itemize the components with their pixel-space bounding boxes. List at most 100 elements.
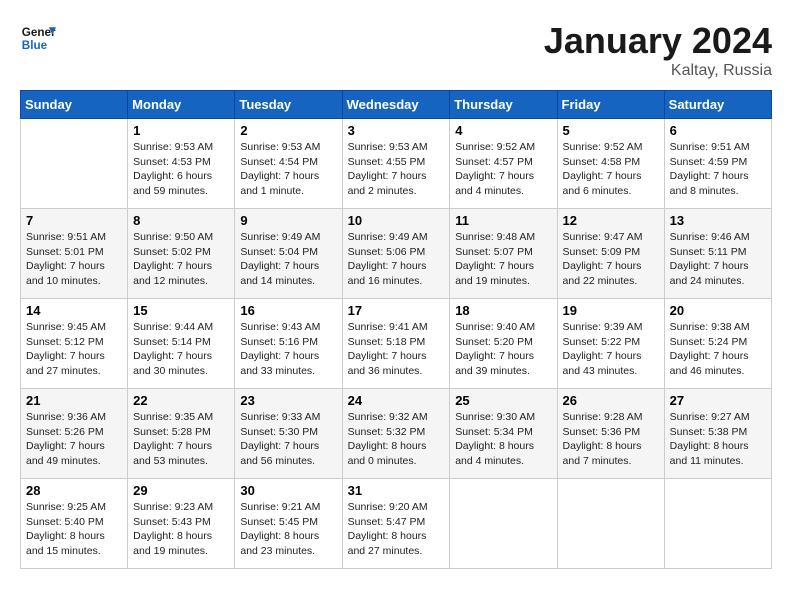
weekday-header: Tuesday xyxy=(235,91,342,119)
calendar-week-row: 1 Sunrise: 9:53 AM Sunset: 4:53 PM Daylig… xyxy=(21,119,772,209)
calendar-week-row: 14 Sunrise: 9:45 AM Sunset: 5:12 PM Dayli… xyxy=(21,299,772,389)
day-number: 13 xyxy=(670,213,766,228)
calendar-cell: 1 Sunrise: 9:53 AM Sunset: 4:53 PM Daylig… xyxy=(128,119,235,209)
day-info: Sunrise: 9:36 AM Sunset: 5:26 PM Dayligh… xyxy=(26,410,122,469)
calendar-cell xyxy=(664,479,771,569)
calendar-cell: 8 Sunrise: 9:50 AM Sunset: 5:02 PM Daylig… xyxy=(128,209,235,299)
calendar-cell: 22 Sunrise: 9:35 AM Sunset: 5:28 PM Dayli… xyxy=(128,389,235,479)
day-number: 20 xyxy=(670,303,766,318)
day-info: Sunrise: 9:21 AM Sunset: 5:45 PM Dayligh… xyxy=(240,500,336,559)
calendar-cell: 2 Sunrise: 9:53 AM Sunset: 4:54 PM Daylig… xyxy=(235,119,342,209)
calendar-cell: 14 Sunrise: 9:45 AM Sunset: 5:12 PM Dayli… xyxy=(21,299,128,389)
calendar-cell: 15Sunrise: 9:44 AM Sunset: 5:14 PM Dayli… xyxy=(128,299,235,389)
day-number: 28 xyxy=(26,483,122,498)
calendar-cell: 17Sunrise: 9:41 AM Sunset: 5:18 PM Dayli… xyxy=(342,299,450,389)
day-info: Sunrise: 9:30 AM Sunset: 5:34 PM Dayligh… xyxy=(455,410,551,469)
day-info: Sunrise: 9:53 AM Sunset: 4:53 PM Dayligh… xyxy=(133,140,229,199)
calendar-cell: 16 Sunrise: 9:43 AM Sunset: 5:16 PM Dayli… xyxy=(235,299,342,389)
day-number: 21 xyxy=(26,393,122,408)
logo-icon: General Blue xyxy=(20,20,56,56)
calendar-table: SundayMondayTuesdayWednesdayThursdayFrid… xyxy=(20,90,772,569)
logo: General Blue xyxy=(20,20,56,56)
calendar-cell: 19Sunrise: 9:39 AM Sunset: 5:22 PM Dayli… xyxy=(557,299,664,389)
day-info: Sunrise: 9:45 AM Sunset: 5:12 PM Dayligh… xyxy=(26,320,122,379)
day-info: Sunrise: 9:49 AM Sunset: 5:04 PM Dayligh… xyxy=(240,230,336,289)
calendar-cell: 29Sunrise: 9:23 AM Sunset: 5:43 PM Dayli… xyxy=(128,479,235,569)
calendar-cell xyxy=(450,479,557,569)
weekday-header: Saturday xyxy=(664,91,771,119)
day-number: 29 xyxy=(133,483,229,498)
day-number: 15 xyxy=(133,303,229,318)
weekday-header: Thursday xyxy=(450,91,557,119)
day-info: Sunrise: 9:52 AM Sunset: 4:57 PM Dayligh… xyxy=(455,140,551,199)
day-number: 30 xyxy=(240,483,336,498)
calendar-cell: 28Sunrise: 9:25 AM Sunset: 5:40 PM Dayli… xyxy=(21,479,128,569)
day-info: Sunrise: 9:53 AM Sunset: 4:55 PM Dayligh… xyxy=(348,140,445,199)
day-info: Sunrise: 9:43 AM Sunset: 5:16 PM Dayligh… xyxy=(240,320,336,379)
weekday-header: Friday xyxy=(557,91,664,119)
day-number: 23 xyxy=(240,393,336,408)
weekday-header: Sunday xyxy=(21,91,128,119)
day-info: Sunrise: 9:53 AM Sunset: 4:54 PM Dayligh… xyxy=(240,140,336,199)
day-number: 18 xyxy=(455,303,551,318)
day-number: 2 xyxy=(240,123,336,138)
calendar-cell: 20 Sunrise: 9:38 AM Sunset: 5:24 PM Dayli… xyxy=(664,299,771,389)
calendar-cell: 12Sunrise: 9:47 AM Sunset: 5:09 PM Dayli… xyxy=(557,209,664,299)
calendar-week-row: 21 Sunrise: 9:36 AM Sunset: 5:26 PM Dayli… xyxy=(21,389,772,479)
day-info: Sunrise: 9:51 AM Sunset: 5:01 PM Dayligh… xyxy=(26,230,122,289)
svg-text:Blue: Blue xyxy=(22,39,48,52)
day-number: 22 xyxy=(133,393,229,408)
calendar-cell: 5Sunrise: 9:52 AM Sunset: 4:58 PM Daylig… xyxy=(557,119,664,209)
day-info: Sunrise: 9:50 AM Sunset: 5:02 PM Dayligh… xyxy=(133,230,229,289)
day-number: 16 xyxy=(240,303,336,318)
day-info: Sunrise: 9:27 AM Sunset: 5:38 PM Dayligh… xyxy=(670,410,766,469)
day-info: Sunrise: 9:38 AM Sunset: 5:24 PM Dayligh… xyxy=(670,320,766,379)
day-info: Sunrise: 9:49 AM Sunset: 5:06 PM Dayligh… xyxy=(348,230,445,289)
weekday-header: Wednesday xyxy=(342,91,450,119)
calendar-cell xyxy=(557,479,664,569)
calendar-cell: 3Sunrise: 9:53 AM Sunset: 4:55 PM Daylig… xyxy=(342,119,450,209)
day-info: Sunrise: 9:20 AM Sunset: 5:47 PM Dayligh… xyxy=(348,500,445,559)
day-info: Sunrise: 9:28 AM Sunset: 5:36 PM Dayligh… xyxy=(563,410,659,469)
title-block: January 2024 Kaltay, Russia xyxy=(544,20,772,80)
day-number: 4 xyxy=(455,123,551,138)
calendar-week-row: 7 Sunrise: 9:51 AM Sunset: 5:01 PM Daylig… xyxy=(21,209,772,299)
day-number: 27 xyxy=(670,393,766,408)
day-info: Sunrise: 9:46 AM Sunset: 5:11 PM Dayligh… xyxy=(670,230,766,289)
day-number: 11 xyxy=(455,213,551,228)
day-number: 9 xyxy=(240,213,336,228)
calendar-cell: 7 Sunrise: 9:51 AM Sunset: 5:01 PM Daylig… xyxy=(21,209,128,299)
day-number: 7 xyxy=(26,213,122,228)
weekday-header: Monday xyxy=(128,91,235,119)
day-info: Sunrise: 9:41 AM Sunset: 5:18 PM Dayligh… xyxy=(348,320,445,379)
calendar-cell: 31Sunrise: 9:20 AM Sunset: 5:47 PM Dayli… xyxy=(342,479,450,569)
month-title: January 2024 xyxy=(544,20,772,62)
calendar-cell: 4 Sunrise: 9:52 AM Sunset: 4:57 PM Daylig… xyxy=(450,119,557,209)
day-number: 8 xyxy=(133,213,229,228)
page-header: General Blue January 2024 Kaltay, Russia xyxy=(20,20,772,80)
calendar-cell: 23Sunrise: 9:33 AM Sunset: 5:30 PM Dayli… xyxy=(235,389,342,479)
day-info: Sunrise: 9:40 AM Sunset: 5:20 PM Dayligh… xyxy=(455,320,551,379)
day-info: Sunrise: 9:48 AM Sunset: 5:07 PM Dayligh… xyxy=(455,230,551,289)
day-number: 1 xyxy=(133,123,229,138)
day-number: 14 xyxy=(26,303,122,318)
day-number: 5 xyxy=(563,123,659,138)
calendar-cell: 30 Sunrise: 9:21 AM Sunset: 5:45 PM Dayli… xyxy=(235,479,342,569)
day-info: Sunrise: 9:32 AM Sunset: 5:32 PM Dayligh… xyxy=(348,410,445,469)
day-number: 12 xyxy=(563,213,659,228)
calendar-cell: 6 Sunrise: 9:51 AM Sunset: 4:59 PM Daylig… xyxy=(664,119,771,209)
day-info: Sunrise: 9:35 AM Sunset: 5:28 PM Dayligh… xyxy=(133,410,229,469)
calendar-cell: 25Sunrise: 9:30 AM Sunset: 5:34 PM Dayli… xyxy=(450,389,557,479)
weekday-header-row: SundayMondayTuesdayWednesdayThursdayFrid… xyxy=(21,91,772,119)
calendar-cell: 13 Sunrise: 9:46 AM Sunset: 5:11 PM Dayli… xyxy=(664,209,771,299)
calendar-cell: 11 Sunrise: 9:48 AM Sunset: 5:07 PM Dayli… xyxy=(450,209,557,299)
location: Kaltay, Russia xyxy=(544,62,772,80)
day-info: Sunrise: 9:51 AM Sunset: 4:59 PM Dayligh… xyxy=(670,140,766,199)
calendar-cell: 9 Sunrise: 9:49 AM Sunset: 5:04 PM Daylig… xyxy=(235,209,342,299)
calendar-cell xyxy=(21,119,128,209)
day-number: 6 xyxy=(670,123,766,138)
calendar-cell: 18 Sunrise: 9:40 AM Sunset: 5:20 PM Dayli… xyxy=(450,299,557,389)
calendar-week-row: 28Sunrise: 9:25 AM Sunset: 5:40 PM Dayli… xyxy=(21,479,772,569)
calendar-cell: 26 Sunrise: 9:28 AM Sunset: 5:36 PM Dayli… xyxy=(557,389,664,479)
day-number: 26 xyxy=(563,393,659,408)
